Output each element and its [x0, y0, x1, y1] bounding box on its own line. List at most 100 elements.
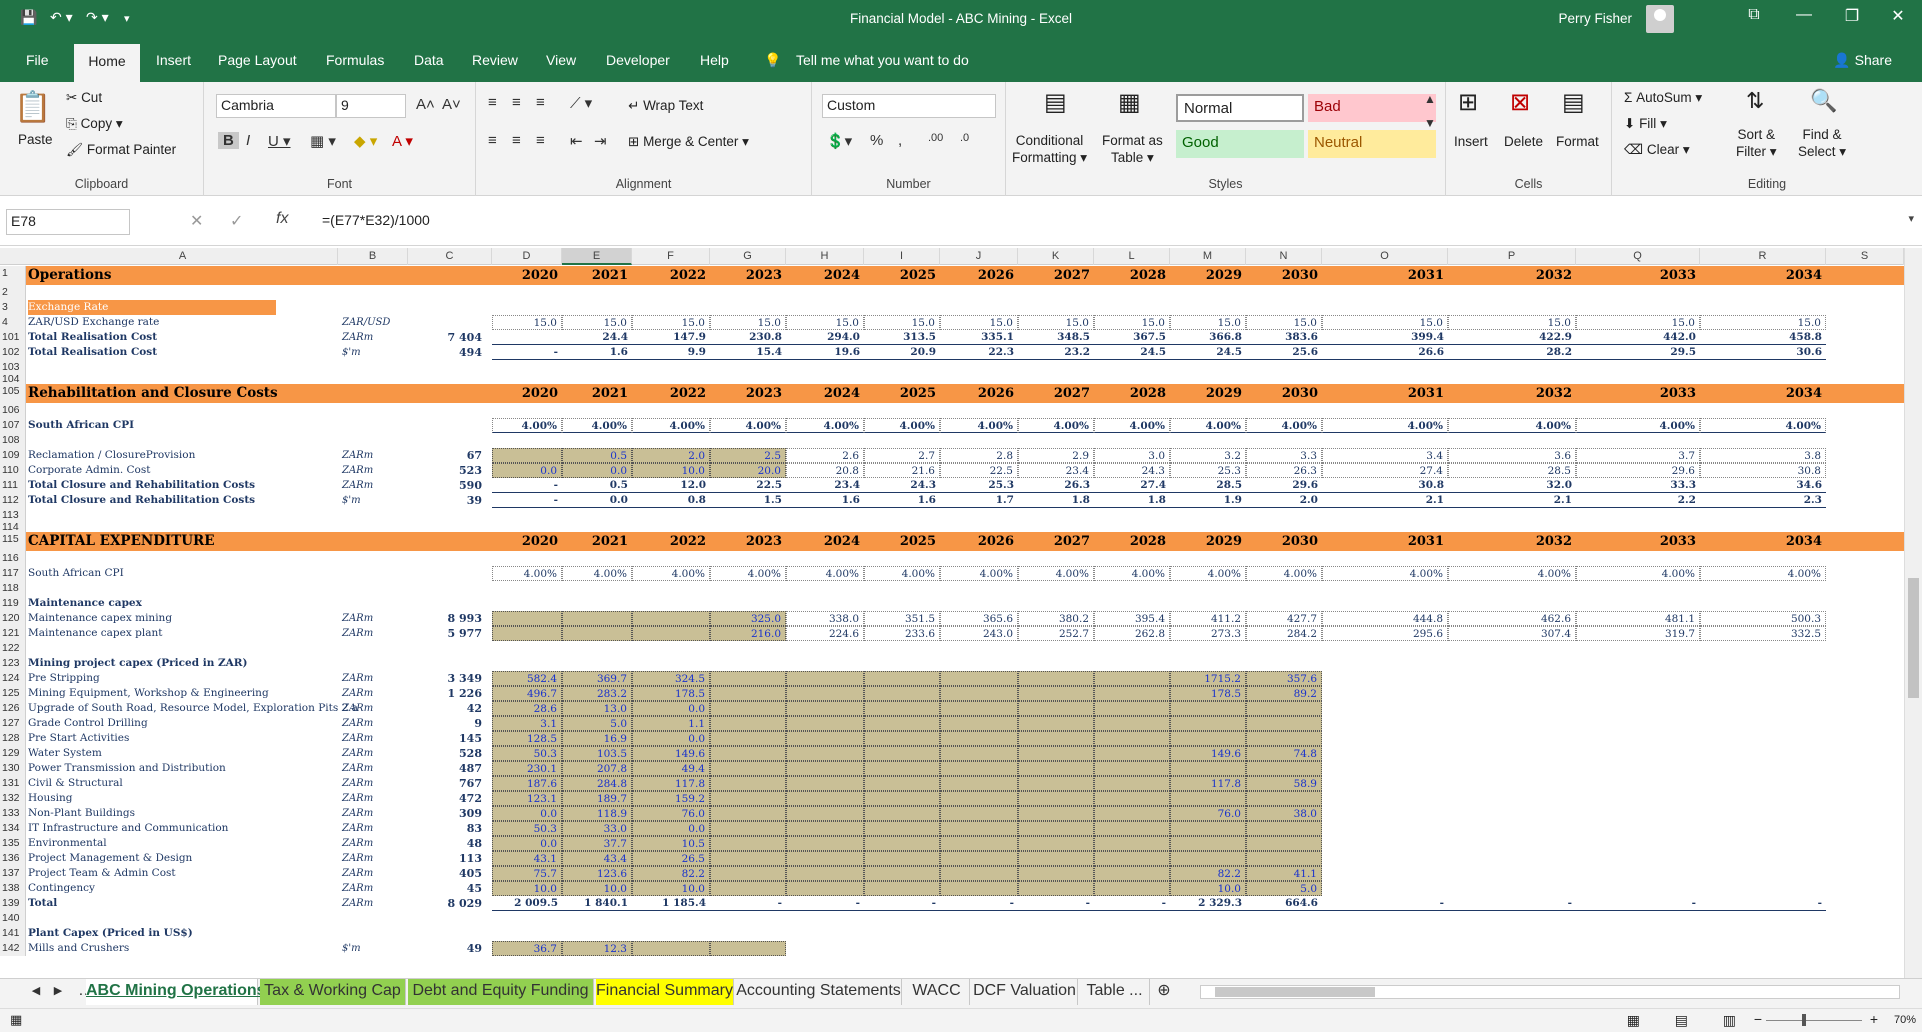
cell-f133[interactable]: 76.0: [632, 806, 710, 821]
year-header[interactable]: 2025: [864, 266, 940, 283]
row-number[interactable]: 137: [0, 866, 26, 881]
cell-e127[interactable]: 5.0: [562, 716, 632, 731]
cell-o109[interactable]: 3.4: [1322, 448, 1448, 463]
borders-icon[interactable]: ▦ ▾: [310, 132, 336, 150]
cell-r117[interactable]: 4.00%: [1700, 566, 1826, 581]
cell-p142[interactable]: [1448, 941, 1576, 956]
paste-button[interactable]: Paste: [18, 132, 53, 147]
cell-p137[interactable]: [1448, 866, 1576, 881]
cell-j129[interactable]: [940, 746, 1018, 761]
cell-r102[interactable]: 30.6: [1700, 345, 1826, 360]
cell-k132[interactable]: [1018, 791, 1094, 806]
cell-k121[interactable]: 252.7: [1018, 626, 1094, 641]
cell-n110[interactable]: 26.3: [1246, 463, 1322, 478]
cell-o107[interactable]: 4.00%: [1322, 418, 1448, 433]
cell-e139[interactable]: 1 840.1: [562, 896, 632, 911]
format-cells-button[interactable]: Format: [1556, 134, 1599, 149]
row-number[interactable]: 136: [0, 851, 26, 866]
cell-q102[interactable]: 29.5: [1576, 345, 1700, 360]
cell-g132[interactable]: [710, 791, 786, 806]
cell-n107[interactable]: 4.00%: [1246, 418, 1322, 433]
row-label[interactable]: Environmental: [28, 836, 107, 851]
cell-g111[interactable]: 22.5: [710, 478, 786, 493]
row-total[interactable]: 494: [408, 345, 482, 360]
year-header[interactable]: 2029: [1170, 266, 1246, 283]
row-total[interactable]: 8 029: [408, 896, 482, 911]
zoom-slider-thumb[interactable]: [1802, 1014, 1806, 1026]
clear-button[interactable]: ⌫ Clear ▾: [1624, 142, 1690, 158]
cell-e131[interactable]: 284.8: [562, 776, 632, 791]
row-label[interactable]: Rehabilitation and Closure Costs: [28, 384, 278, 401]
row-number[interactable]: 135: [0, 836, 26, 851]
row-label[interactable]: Total Closure and Rehabilitation Costs: [28, 493, 255, 508]
cell-m135[interactable]: [1170, 836, 1246, 851]
cell-e130[interactable]: 207.8: [562, 761, 632, 776]
cell-m142[interactable]: [1170, 941, 1246, 956]
copy-button[interactable]: ⎘ Copy ▾: [66, 116, 123, 132]
row-number[interactable]: 124: [0, 671, 26, 686]
row-number[interactable]: 116: [0, 551, 26, 566]
cell-q132[interactable]: [1576, 791, 1700, 806]
increase-indent-icon[interactable]: ⇥: [594, 132, 607, 150]
sheet-tab[interactable]: Financial Summary: [596, 979, 734, 1005]
year-header[interactable]: 2028: [1094, 266, 1170, 283]
row-unit[interactable]: ZARm: [342, 881, 373, 896]
cell-r139[interactable]: -: [1700, 896, 1826, 911]
fill-button[interactable]: ⬇ Fill ▾: [1624, 116, 1667, 132]
cell-h137[interactable]: [786, 866, 864, 881]
cell-j117[interactable]: 4.00%: [940, 566, 1018, 581]
cell-q130[interactable]: [1576, 761, 1700, 776]
cell-l101[interactable]: 367.5: [1094, 330, 1170, 345]
cell-r107[interactable]: 4.00%: [1700, 418, 1826, 433]
cell-e142[interactable]: 12.3: [562, 941, 632, 956]
cell-i134[interactable]: [864, 821, 940, 836]
cell-i120[interactable]: 351.5: [864, 611, 940, 626]
paste-icon[interactable]: 📋: [14, 90, 51, 125]
cell-q4[interactable]: 15.0: [1576, 315, 1700, 330]
delete-cells-button[interactable]: Delete: [1504, 134, 1543, 149]
year-header[interactable]: 2024: [786, 266, 864, 283]
cell-h121[interactable]: 224.6: [786, 626, 864, 641]
cell-e102[interactable]: 1.6: [562, 345, 632, 360]
cell-f107[interactable]: 4.00%: [632, 418, 710, 433]
row-label[interactable]: Total Realisation Cost: [28, 345, 157, 360]
year-header[interactable]: 2022: [632, 266, 710, 283]
year-header[interactable]: 2031: [1322, 266, 1448, 283]
cell-h127[interactable]: [786, 716, 864, 731]
align-left-icon[interactable]: ≡: [488, 132, 497, 149]
cell-j102[interactable]: 22.3: [940, 345, 1018, 360]
cell-d109[interactable]: [492, 448, 562, 463]
cell-f139[interactable]: 1 185.4: [632, 896, 710, 911]
cell-e126[interactable]: 13.0: [562, 701, 632, 716]
cell-m133[interactable]: 76.0: [1170, 806, 1246, 821]
cell-l142[interactable]: [1094, 941, 1170, 956]
cell-q131[interactable]: [1576, 776, 1700, 791]
cell-o128[interactable]: [1322, 731, 1448, 746]
cell-l130[interactable]: [1094, 761, 1170, 776]
cell-k107[interactable]: 4.00%: [1018, 418, 1094, 433]
cell-g142[interactable]: [710, 941, 786, 956]
row-label[interactable]: Civil & Structural: [28, 776, 123, 791]
cell-e121[interactable]: [562, 626, 632, 641]
row-label[interactable]: Mining Equipment, Workshop & Engineering: [28, 686, 269, 701]
cell-f131[interactable]: 117.8: [632, 776, 710, 791]
cell-r130[interactable]: [1700, 761, 1826, 776]
cell-d135[interactable]: 0.0: [492, 836, 562, 851]
cell-q133[interactable]: [1576, 806, 1700, 821]
cell-r101[interactable]: 458.8: [1700, 330, 1826, 345]
cell-o117[interactable]: 4.00%: [1322, 566, 1448, 581]
row-number[interactable]: 3: [0, 300, 26, 315]
row-total[interactable]: 42: [408, 701, 482, 716]
cell-i131[interactable]: [864, 776, 940, 791]
year-header[interactable]: 2021: [562, 266, 632, 283]
row-unit[interactable]: ZARm: [342, 776, 373, 791]
styles-scroll-up-icon[interactable]: ▲: [1424, 92, 1436, 106]
row-total[interactable]: 45: [408, 881, 482, 896]
cell-i136[interactable]: [864, 851, 940, 866]
year-header[interactable]: 2025: [864, 384, 940, 401]
row-label[interactable]: Mining project capex (Priced in ZAR): [28, 656, 248, 671]
cell-h129[interactable]: [786, 746, 864, 761]
cell-r127[interactable]: [1700, 716, 1826, 731]
align-bottom-icon[interactable]: ≡: [536, 94, 545, 111]
column-header[interactable]: P: [1448, 248, 1576, 265]
